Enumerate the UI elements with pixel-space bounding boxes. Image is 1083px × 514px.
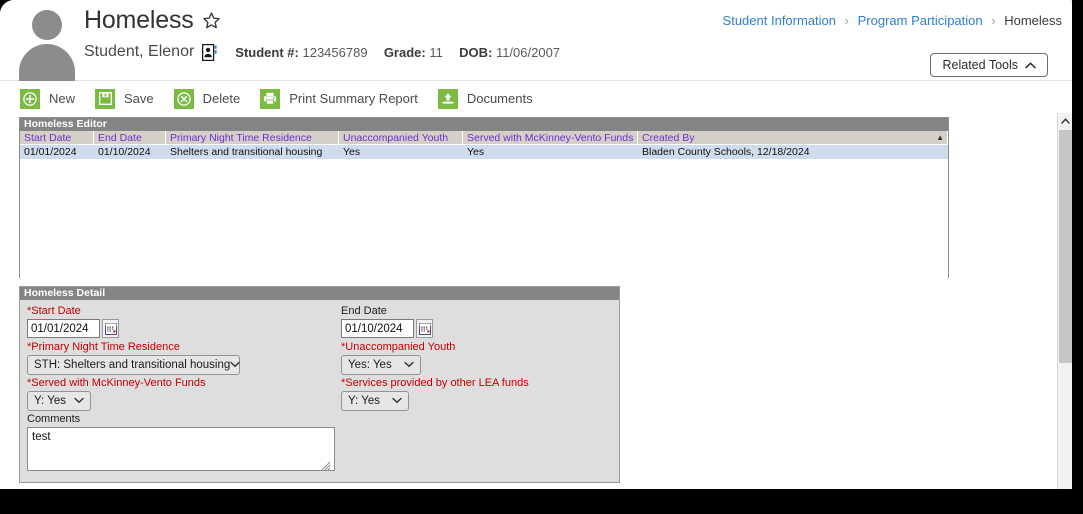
cell-start-date: 01/01/2024 (24, 146, 77, 158)
breadcrumb-separator-icon: › (991, 13, 996, 28)
save-button[interactable]: Save (95, 88, 154, 109)
student-number-value: 123456789 (302, 44, 368, 60)
x-circle-icon (173, 88, 194, 109)
grade-value: 11 (429, 44, 443, 60)
cell-created-by: Bladen County Schools, 12/18/2024 (642, 146, 810, 158)
homeless-editor-panel: Homeless Editor Start Date End Date Prim… (19, 117, 949, 278)
table-row[interactable]: 01/01/2024 01/10/2024 Shelters and trans… (20, 145, 948, 159)
student-meta: Student #: 123456789 Grade: 11 DOB: 11/0… (235, 45, 560, 60)
star-icon[interactable] (202, 11, 221, 30)
editor-panel-title: Homeless Editor (20, 118, 948, 131)
student-number-label: Student #: (235, 44, 299, 60)
breadcrumb: Student Information › Program Participat… (723, 13, 1062, 28)
chevron-down-icon (74, 396, 84, 406)
cell-unaccompanied-youth: Yes (343, 146, 361, 158)
comments-label: Comments (27, 413, 81, 425)
scroll-up-arrow-icon[interactable] (1058, 113, 1072, 128)
action-toolbar: New Save Delete Print Summary Report Doc… (0, 82, 1072, 115)
grid-header-row: Start Date End Date Primary Night Time R… (20, 131, 948, 145)
new-button[interactable]: New (20, 88, 76, 109)
dob-label: DOB: (459, 44, 493, 60)
chevron-down-icon (404, 360, 414, 370)
calendar-icon[interactable] (102, 319, 119, 338)
comments-textarea[interactable]: test (27, 427, 335, 471)
breadcrumb-item-program-participation[interactable]: Program Participation (858, 13, 983, 28)
modified-by-text: Modified By: Administrator, System 12/18… (339, 482, 617, 483)
column-header-end-date[interactable]: End Date (94, 131, 166, 144)
documents-button[interactable]: Documents (437, 88, 533, 109)
documents-button-label: Documents (466, 91, 533, 106)
delete-button[interactable]: Delete (173, 88, 241, 109)
column-header-primary-night-time-residence[interactable]: Primary Night Time Residence (166, 131, 339, 144)
title-row: Homeless (84, 6, 221, 35)
end-date-label: End Date (341, 305, 387, 317)
chevron-down-icon (392, 396, 402, 406)
homeless-detail-panel: Homeless Detail *Start Date End Date (19, 286, 620, 483)
primary-night-time-residence-label: *Primary Night Time Residence (27, 341, 180, 353)
printer-icon (260, 88, 281, 109)
page-header: Homeless Student, Elenor Student #: 1234… (0, 0, 1072, 81)
save-button-label: Save (124, 91, 154, 106)
chevron-up-icon (1025, 58, 1036, 72)
delete-button-label: Delete (202, 91, 241, 106)
start-date-label: *Start Date (27, 305, 81, 317)
column-header-served-with-mckinney-vento-funds[interactable]: Served with McKinney-Vento Funds (463, 131, 638, 144)
services-provided-by-other-lea-funds-label: *Services provided by other LEA funds (341, 377, 529, 389)
breadcrumb-item-homeless: Homeless (1004, 13, 1062, 28)
person-avatar-icon (16, 8, 78, 81)
services-provided-by-other-lea-funds-select[interactable]: Y: Yes (341, 391, 409, 411)
vertical-scrollbar[interactable] (1057, 113, 1072, 489)
grade-label: Grade: (383, 44, 426, 60)
scrollbar-thumb[interactable] (1059, 130, 1072, 363)
cell-mckinney-vento: Yes (467, 146, 485, 158)
upload-icon (437, 88, 458, 109)
breadcrumb-separator-icon: › (844, 13, 849, 28)
unaccompanied-youth-label: *Unaccompanied Youth (341, 341, 456, 353)
calendar-icon[interactable] (416, 319, 433, 338)
detail-panel-title: Homeless Detail (20, 287, 619, 300)
student-summary: Student, Elenor Student #: 123456789 Gra… (84, 43, 560, 61)
related-tools-button[interactable]: Related Tools (930, 53, 1048, 77)
related-tools-label: Related Tools (942, 58, 1018, 72)
column-header-unaccompanied-youth[interactable]: Unaccompanied Youth (339, 131, 463, 144)
breadcrumb-item-student-information[interactable]: Student Information (723, 13, 836, 28)
sort-ascending-icon[interactable]: ▲ (936, 131, 944, 145)
id-badge-icon[interactable] (194, 43, 217, 61)
grid-empty-area (20, 159, 948, 278)
served-with-mckinney-vento-funds-label: *Served with McKinney-Vento Funds (27, 377, 206, 389)
start-date-input[interactable] (27, 319, 100, 338)
cell-end-date: 01/10/2024 (98, 146, 151, 158)
served-with-mckinney-vento-funds-select[interactable]: Y: Yes (27, 391, 91, 411)
application-page: Homeless Student, Elenor Student #: 1234… (0, 0, 1072, 489)
plus-circle-icon (20, 88, 40, 109)
window-frame: Homeless Student, Elenor Student #: 1234… (0, 0, 1083, 514)
end-date-input[interactable] (341, 319, 414, 338)
print-summary-report-label: Print Summary Report (289, 91, 418, 106)
dob-value: 11/06/2007 (495, 44, 561, 60)
column-header-created-by[interactable]: Created By (638, 131, 948, 144)
column-header-start-date[interactable]: Start Date (20, 131, 94, 144)
page-title: Homeless (84, 6, 194, 34)
cell-residence: Shelters and transitional housing (170, 146, 323, 158)
student-name: Student, Elenor (84, 43, 195, 60)
served-with-mckinney-vento-funds-value: Y: Yes (34, 395, 66, 407)
unaccompanied-youth-value: Yes: Yes (348, 359, 392, 371)
print-summary-report-button[interactable]: Print Summary Report (260, 88, 418, 109)
new-button-label: New (49, 91, 76, 106)
unaccompanied-youth-select[interactable]: Yes: Yes (341, 355, 421, 375)
floppy-disk-icon (95, 88, 116, 109)
primary-night-time-residence-select[interactable]: STH: Shelters and transitional housing (27, 355, 240, 375)
services-provided-by-other-lea-funds-value: Y: Yes (348, 395, 380, 407)
chevron-down-icon (230, 360, 240, 370)
primary-night-time-residence-value: STH: Shelters and transitional housing (34, 359, 231, 371)
